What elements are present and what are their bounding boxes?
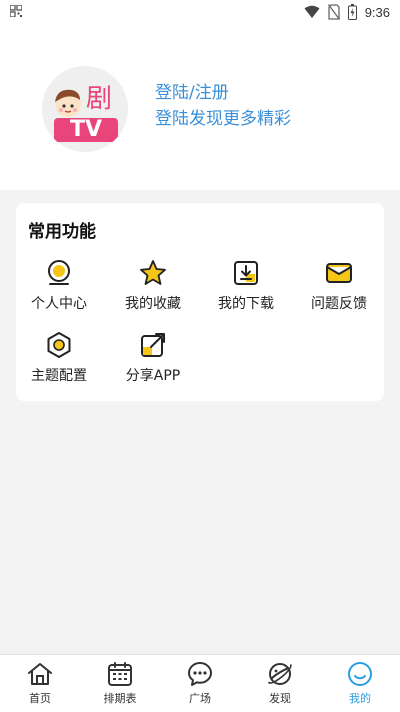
theme-icon — [47, 332, 71, 358]
func-label: 个人中心 — [31, 296, 87, 312]
func-label: 分享APP — [125, 368, 181, 384]
profile-header: 剧 TV 登陆/注册 登陆发现更多精彩 — [0, 24, 400, 190]
login-subtitle[interactable]: 登陆发现更多精彩 — [155, 106, 291, 132]
func-label: 问题反馈 — [311, 296, 367, 312]
func-label: 主题配置 — [31, 368, 87, 384]
calendar-icon — [108, 662, 132, 686]
logo-text: 剧 — [86, 84, 113, 114]
bottom-nav: 首页 排期表 广场 发现 我的 — [0, 654, 400, 712]
login-register-link[interactable]: 登陆/注册 — [155, 80, 291, 106]
nav-label: 广场 — [189, 692, 211, 705]
func-personal-center[interactable]: 个人中心 — [13, 259, 105, 319]
func-label: 我的收藏 — [125, 296, 181, 312]
nav-label: 我的 — [349, 692, 371, 705]
nav-label: 首页 — [29, 692, 51, 705]
download-icon — [234, 261, 258, 285]
battery-icon — [347, 4, 357, 20]
common-functions-card: 常用功能 个人中心 我的收藏 我的下载 问题反馈 主题配置 分享APP — [16, 203, 384, 401]
wifi-icon — [304, 5, 320, 18]
nav-mine[interactable]: 我的 — [320, 655, 400, 712]
home-icon — [28, 663, 52, 685]
func-my-favorites[interactable]: 我的收藏 — [107, 259, 199, 319]
func-share-app[interactable]: 分享APP — [107, 331, 199, 391]
status-bar: 9:36 — [0, 0, 400, 24]
nav-home[interactable]: 首页 — [0, 655, 80, 712]
star-icon — [140, 260, 166, 285]
nav-label: 发现 — [269, 692, 291, 705]
chat-icon — [188, 662, 212, 686]
profile-icon — [48, 260, 70, 285]
share-icon — [141, 333, 165, 357]
planet-icon — [267, 663, 292, 685]
status-time: 9:36 — [364, 4, 390, 20]
nav-square[interactable]: 广场 — [160, 655, 240, 712]
func-feedback[interactable]: 问题反馈 — [293, 259, 385, 319]
nav-schedule[interactable]: 排期表 — [80, 655, 160, 712]
func-label: 我的下载 — [218, 296, 274, 312]
mail-icon — [326, 263, 352, 283]
app-logo-avatar[interactable]: 剧 TV — [42, 66, 128, 152]
smile-icon — [348, 662, 372, 686]
logo-badge-text: TV — [69, 117, 103, 142]
nav-label: 排期表 — [103, 692, 137, 705]
func-my-downloads[interactable]: 我的下载 — [200, 259, 292, 319]
nav-discover[interactable]: 发现 — [240, 655, 320, 712]
no-sim-icon — [327, 4, 340, 20]
qr-icon — [10, 5, 22, 17]
card-title: 常用功能 — [28, 222, 96, 242]
func-theme-config[interactable]: 主题配置 — [13, 331, 105, 391]
login-area[interactable]: 登陆/注册 登陆发现更多精彩 — [155, 80, 291, 132]
